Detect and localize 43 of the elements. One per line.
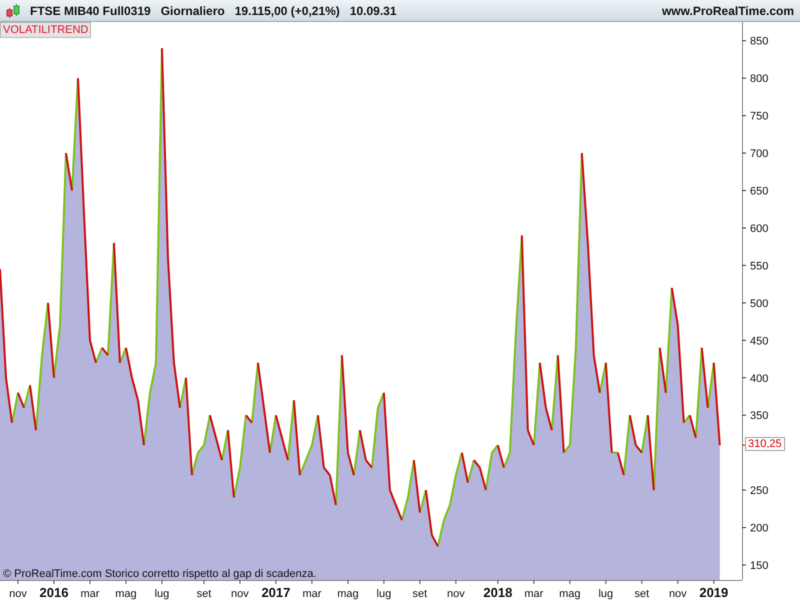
- y-axis-label: 800: [750, 73, 768, 86]
- y-axis-label: 550: [750, 260, 768, 272]
- y-axis-label: 250: [750, 485, 768, 498]
- x-axis-label: lug: [154, 588, 170, 600]
- x-axis-label: mar: [524, 588, 544, 600]
- x-axis-label: lug: [376, 588, 392, 600]
- x-axis-label: set: [196, 588, 212, 600]
- x-axis-label: 2018: [483, 585, 512, 600]
- y-axis-label: 500: [750, 298, 768, 310]
- x-axis-label: nov: [231, 588, 249, 600]
- indicator-label: VOLATILITREND: [0, 22, 92, 38]
- y-axis-label: 600: [750, 222, 768, 235]
- x-axis-label: nov: [9, 588, 27, 600]
- x-axis-label: set: [412, 588, 428, 600]
- x-axis-label: nov: [447, 588, 465, 600]
- x-axis-label: nov: [668, 588, 687, 600]
- price-label: 19.115,00 (+0,21%): [234, 4, 340, 18]
- y-axis-label: 150: [750, 560, 768, 572]
- x-axis-label: mar: [80, 588, 100, 600]
- candlestick-icon: [6, 2, 20, 18]
- last-value-tag: 310,25: [745, 437, 785, 452]
- y-axis-label: 850: [750, 36, 768, 48]
- y-axis-label: 350: [750, 410, 768, 422]
- x-axis-label: mag: [115, 588, 137, 600]
- x-axis-label: 2019: [699, 585, 728, 600]
- time-label: 10.09.31: [350, 4, 397, 18]
- y-axis-label: 200: [750, 522, 768, 535]
- x-axis-label: mag: [559, 588, 581, 600]
- y-axis-label: 450: [750, 335, 768, 348]
- y-axis-label: 700: [750, 148, 768, 160]
- x-axis-label: set: [634, 588, 650, 600]
- instrument-name: FTSE MIB40 Full0319: [30, 4, 151, 18]
- y-axis-label: 750: [750, 110, 768, 123]
- x-axis-label: mar: [302, 588, 322, 600]
- period-label: Giornaliero: [160, 4, 225, 18]
- footer-note: © ProRealTime.com Storico corretto rispetto al gap di scadenza.: [3, 568, 316, 580]
- y-axis-label: 400: [750, 372, 768, 385]
- x-axis-label: lug: [598, 588, 614, 600]
- y-axis-label: 650: [750, 186, 768, 198]
- x-axis-label: 2016: [40, 585, 68, 600]
- x-axis-label: mag: [337, 588, 359, 600]
- site-link[interactable]: www.ProRealTime.com: [662, 4, 794, 18]
- x-axis-label: 2017: [261, 585, 290, 600]
